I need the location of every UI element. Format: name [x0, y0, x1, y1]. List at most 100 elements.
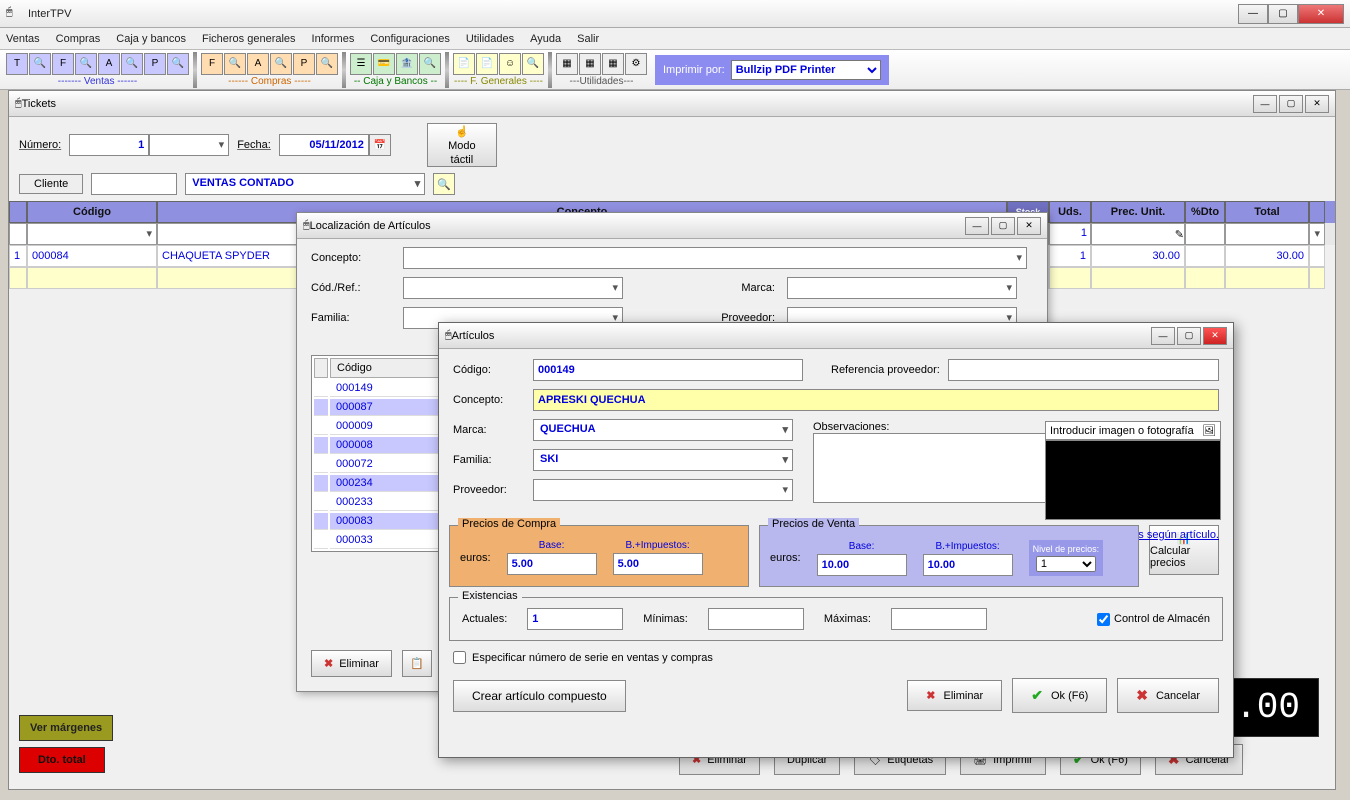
toolbar-divider: [445, 52, 449, 88]
compras-icon-1[interactable]: F: [201, 53, 223, 75]
loc-codref-input[interactable]: [403, 277, 623, 299]
art-proveedor-combo[interactable]: [533, 479, 793, 501]
control-almacen-checkbox[interactable]: [1097, 613, 1110, 626]
fgen-icon-4[interactable]: 🔍: [522, 53, 544, 75]
menu-utilidades[interactable]: Utilidades: [466, 33, 514, 45]
ventas-icon-8[interactable]: 🔍: [167, 53, 189, 75]
caja-icon-2[interactable]: 💳: [373, 53, 395, 75]
check-icon: ✔: [1031, 687, 1043, 704]
pen-icon[interactable]: ✎: [1175, 228, 1184, 241]
util-icon-2[interactable]: ▦: [579, 53, 601, 75]
exist-min-input[interactable]: [708, 608, 804, 630]
loc-max-button[interactable]: ▢: [991, 217, 1015, 235]
fgen-icon-2[interactable]: 📄: [476, 53, 498, 75]
dto-total-button[interactable]: Dto. total: [19, 747, 105, 773]
maximize-button[interactable]: ▢: [1268, 4, 1298, 24]
art-min-button[interactable]: —: [1151, 327, 1175, 345]
exist-max-input[interactable]: [891, 608, 987, 630]
filter-uds[interactable]: 1: [1049, 223, 1091, 245]
toolbar-divider: [548, 52, 552, 88]
menu-ventas[interactable]: Ventas: [6, 33, 40, 45]
ventas-icon-4[interactable]: 🔍: [75, 53, 97, 75]
art-observ-input[interactable]: [813, 433, 1049, 503]
tickets-max-button[interactable]: ▢: [1279, 95, 1303, 113]
loc-marca-label: Marca:: [655, 282, 775, 294]
loc-min-button[interactable]: —: [965, 217, 989, 235]
modo-tactil-button[interactable]: ☝ Modo táctil: [427, 123, 497, 167]
art-close-button[interactable]: ✕: [1203, 327, 1227, 345]
art-familia-combo[interactable]: SKI: [533, 449, 793, 471]
art-ok-button[interactable]: ✔Ok (F6): [1012, 678, 1107, 713]
numero-input[interactable]: [69, 134, 149, 156]
menu-ficheros[interactable]: Ficheros generales: [202, 33, 296, 45]
minimize-button[interactable]: —: [1238, 4, 1268, 24]
art-refprov-label: Referencia proveedor:: [831, 364, 940, 376]
app-title: InterTPV: [28, 8, 1238, 20]
tickets-min-button[interactable]: —: [1253, 95, 1277, 113]
ventas-icon-1[interactable]: T: [6, 53, 28, 75]
exist-actuales-input[interactable]: [527, 608, 623, 630]
menu-salir[interactable]: Salir: [577, 33, 599, 45]
image-icon[interactable]: 🖼: [1202, 424, 1216, 437]
cliente-combo[interactable]: VENTAS CONTADO: [185, 173, 425, 195]
compras-icon-2[interactable]: 🔍: [224, 53, 246, 75]
toolbar-group-compras: F 🔍 A 🔍 P 🔍 ------ Compras -----: [199, 53, 340, 87]
compra-base-input[interactable]: [507, 553, 597, 575]
compras-icon-4[interactable]: 🔍: [270, 53, 292, 75]
art-image-area[interactable]: [1045, 440, 1221, 520]
cliente-search-icon[interactable]: 🔍: [433, 173, 455, 195]
art-concepto-input[interactable]: [533, 389, 1219, 411]
loc-marca-input[interactable]: [787, 277, 1017, 299]
ventas-icon-5[interactable]: A: [98, 53, 120, 75]
loc-extra-button[interactable]: 📋: [402, 650, 432, 677]
compras-icon-3[interactable]: A: [247, 53, 269, 75]
venta-base-input[interactable]: [817, 554, 907, 576]
compra-imp-input[interactable]: [613, 553, 703, 575]
serie-checkbox[interactable]: [453, 651, 466, 664]
art-eliminar-button[interactable]: ✖Eliminar: [907, 680, 1002, 711]
caja-icon-4[interactable]: 🔍: [419, 53, 441, 75]
tickets-close-button[interactable]: ✕: [1305, 95, 1329, 113]
fecha-input[interactable]: [279, 134, 369, 156]
art-max-button[interactable]: ▢: [1177, 327, 1201, 345]
filter-codigo[interactable]: [27, 223, 157, 245]
util-icon-4[interactable]: ⚙: [625, 53, 647, 75]
caja-icon-1[interactable]: ☰: [350, 53, 372, 75]
compras-icon-5[interactable]: P: [293, 53, 315, 75]
printer-select[interactable]: Bullzip PDF Printer: [731, 60, 881, 80]
cursor-icon: 🖱: [15, 97, 22, 110]
menu-compras[interactable]: Compras: [56, 33, 101, 45]
ventas-icon-7[interactable]: P: [144, 53, 166, 75]
art-observ-label: Observaciones:: [813, 421, 889, 433]
numero-combo[interactable]: [149, 134, 229, 156]
venta-imp-input[interactable]: [923, 554, 1013, 576]
close-button[interactable]: ✕: [1298, 4, 1344, 24]
caja-icon-3[interactable]: 🏦: [396, 53, 418, 75]
art-codigo-input[interactable]: [533, 359, 803, 381]
loc-close-button[interactable]: ✕: [1017, 217, 1041, 235]
art-marca-combo[interactable]: QUECHUA: [533, 419, 793, 441]
loc-eliminar-button[interactable]: ✖Eliminar: [311, 650, 392, 677]
filter-end[interactable]: [1309, 223, 1325, 245]
menu-config[interactable]: Configuraciones: [370, 33, 450, 45]
ventas-icon-6[interactable]: 🔍: [121, 53, 143, 75]
ventas-icon-2[interactable]: 🔍: [29, 53, 51, 75]
menu-caja[interactable]: Caja y bancos: [116, 33, 186, 45]
crear-compuesto-button[interactable]: Crear artículo compuesto: [453, 680, 626, 712]
fgen-icon-1[interactable]: 📄: [453, 53, 475, 75]
menu-bar: Ventas Compras Caja y bancos Ficheros ge…: [0, 28, 1350, 50]
util-icon-3[interactable]: ▦: [602, 53, 624, 75]
cliente-code-input[interactable]: [91, 173, 177, 195]
ver-margenes-button[interactable]: Ver márgenes: [19, 715, 113, 741]
menu-informes[interactable]: Informes: [312, 33, 355, 45]
ventas-icon-3[interactable]: F: [52, 53, 74, 75]
fgen-icon-3[interactable]: ☺: [499, 53, 521, 75]
calendar-icon[interactable]: 📅: [369, 134, 391, 156]
compras-icon-6[interactable]: 🔍: [316, 53, 338, 75]
art-cancelar-button[interactable]: ✖Cancelar: [1117, 678, 1219, 713]
nivel-select[interactable]: 1: [1036, 556, 1096, 572]
menu-ayuda[interactable]: Ayuda: [530, 33, 561, 45]
loc-concepto-input[interactable]: [403, 247, 1027, 269]
util-icon-1[interactable]: ▦: [556, 53, 578, 75]
art-refprov-input[interactable]: [948, 359, 1219, 381]
